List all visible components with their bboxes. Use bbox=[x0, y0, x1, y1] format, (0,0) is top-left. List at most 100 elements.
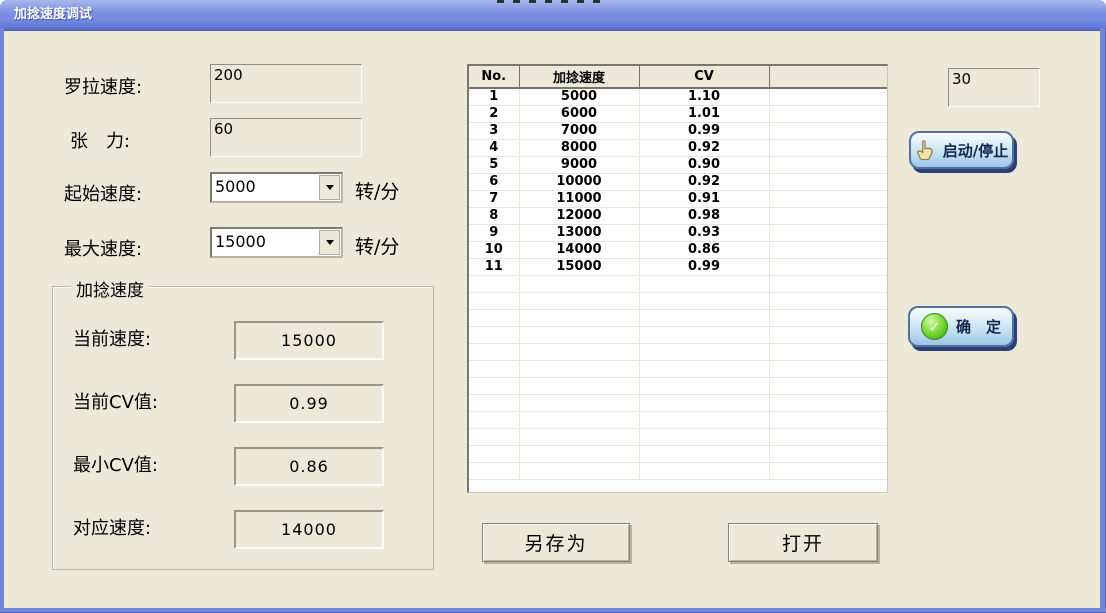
table-row bbox=[469, 446, 887, 463]
table-cell: 2 bbox=[469, 106, 519, 123]
table-cell: 0.91 bbox=[639, 191, 769, 208]
table-cell bbox=[469, 276, 519, 293]
table-cell bbox=[519, 344, 639, 361]
table-cell bbox=[639, 310, 769, 327]
max-speed-unit: 转/分 bbox=[355, 232, 399, 259]
current-cv-value: 0.99 bbox=[234, 384, 384, 423]
table-cell: 0.93 bbox=[639, 225, 769, 242]
min-cv-label: 最小CV值: bbox=[73, 451, 158, 477]
table-row[interactable]: 590000.90 bbox=[469, 157, 887, 174]
table-cell: 0.99 bbox=[639, 259, 769, 276]
roller-speed-field[interactable]: 200 bbox=[210, 64, 362, 103]
table-cell: 8 bbox=[469, 208, 519, 225]
table-cell: 15000 bbox=[519, 259, 639, 276]
table-cell: 9000 bbox=[519, 157, 639, 174]
table-row[interactable]: 6100000.92 bbox=[469, 174, 887, 191]
table-cell bbox=[769, 361, 887, 378]
hand-pointer-icon bbox=[915, 139, 935, 162]
chevron-down-icon bbox=[326, 240, 334, 245]
table-row[interactable]: 260001.01 bbox=[469, 106, 887, 123]
table-cell: 14000 bbox=[519, 242, 639, 259]
current-cv-label: 当前CV值: bbox=[73, 388, 158, 414]
roller-speed-label: 罗拉速度: bbox=[64, 73, 142, 99]
table-row[interactable]: 370000.99 bbox=[469, 123, 887, 140]
table-cell: 8000 bbox=[519, 140, 639, 157]
table-cell bbox=[769, 225, 887, 242]
max-speed-combobox[interactable]: 15000 bbox=[210, 227, 343, 258]
table-cell bbox=[519, 310, 639, 327]
table-cell bbox=[639, 429, 769, 446]
tension-field[interactable]: 60 bbox=[210, 118, 362, 157]
table-cell bbox=[519, 276, 639, 293]
table-row bbox=[469, 429, 887, 446]
table-cell bbox=[769, 344, 887, 361]
table-row bbox=[469, 463, 887, 480]
table-row[interactable]: 8120000.98 bbox=[469, 208, 887, 225]
table-cell: 10 bbox=[469, 242, 519, 259]
start-speed-combobox[interactable]: 5000 bbox=[210, 172, 343, 203]
start-speed-dropdown-button[interactable] bbox=[319, 175, 340, 200]
table-cell: 10000 bbox=[519, 174, 639, 191]
table-cell bbox=[519, 395, 639, 412]
table-row bbox=[469, 293, 887, 310]
table-cell bbox=[769, 140, 887, 157]
table-cell bbox=[469, 412, 519, 429]
table-cell bbox=[469, 293, 519, 310]
interval-field[interactable]: 30 bbox=[948, 68, 1040, 107]
table-cell bbox=[639, 327, 769, 344]
table-row[interactable]: 11150000.99 bbox=[469, 259, 887, 276]
table-cell: 0.98 bbox=[639, 208, 769, 225]
window-border-right bbox=[1100, 28, 1106, 613]
ok-label: 确 定 bbox=[956, 316, 1001, 337]
table-cell bbox=[769, 327, 887, 344]
table-cell bbox=[469, 463, 519, 480]
table-cell bbox=[639, 378, 769, 395]
table-body: 150001.10260001.01370000.99480000.925900… bbox=[469, 88, 887, 480]
background-window-text-fragment bbox=[497, 0, 603, 3]
table-cell: 5 bbox=[469, 157, 519, 174]
table-cell bbox=[769, 106, 887, 123]
twist-speed-group-legend: 加捻速度 bbox=[71, 276, 149, 301]
table-cell bbox=[769, 259, 887, 276]
table-cell: 0.99 bbox=[639, 123, 769, 140]
current-speed-value: 15000 bbox=[234, 321, 384, 360]
cv-results-table[interactable]: No. 加捻速度 CV 150001.10260001.01370000.994… bbox=[467, 64, 888, 493]
column-header-cv: CV bbox=[639, 66, 769, 88]
save-as-button[interactable]: 另存为 bbox=[482, 523, 630, 562]
table-cell bbox=[519, 293, 639, 310]
column-header-speed: 加捻速度 bbox=[519, 66, 639, 88]
table-cell bbox=[519, 463, 639, 480]
table-cell bbox=[519, 412, 639, 429]
table-cell: 7000 bbox=[519, 123, 639, 140]
table-cell: 1 bbox=[469, 88, 519, 106]
table-cell bbox=[769, 310, 887, 327]
table-row[interactable]: 10140000.86 bbox=[469, 242, 887, 259]
table-cell bbox=[639, 361, 769, 378]
open-button[interactable]: 打开 bbox=[728, 523, 878, 562]
start-stop-button[interactable]: 启动/停止 bbox=[909, 131, 1014, 169]
table-row[interactable]: 150001.10 bbox=[469, 88, 887, 106]
table-cell bbox=[469, 327, 519, 344]
table-cell bbox=[639, 412, 769, 429]
min-cv-value: 0.86 bbox=[234, 447, 384, 486]
ok-button[interactable]: ✓ 确 定 bbox=[908, 306, 1014, 347]
window-border-bottom bbox=[0, 608, 1106, 613]
window-border-left bbox=[0, 28, 4, 613]
table-cell bbox=[769, 191, 887, 208]
table-row[interactable]: 9130000.93 bbox=[469, 225, 887, 242]
table-cell bbox=[519, 429, 639, 446]
table-cell bbox=[469, 429, 519, 446]
table-cell bbox=[469, 395, 519, 412]
table-row bbox=[469, 276, 887, 293]
table-cell bbox=[769, 276, 887, 293]
table-cell bbox=[769, 88, 887, 106]
start-speed-label: 起始速度: bbox=[64, 180, 142, 206]
table-cell bbox=[769, 174, 887, 191]
table-cell bbox=[469, 446, 519, 463]
table-cell: 4 bbox=[469, 140, 519, 157]
max-speed-dropdown-button[interactable] bbox=[319, 230, 340, 255]
table-cell bbox=[769, 412, 887, 429]
table-row[interactable]: 480000.92 bbox=[469, 140, 887, 157]
table-row[interactable]: 7110000.91 bbox=[469, 191, 887, 208]
table-cell: 1.01 bbox=[639, 106, 769, 123]
